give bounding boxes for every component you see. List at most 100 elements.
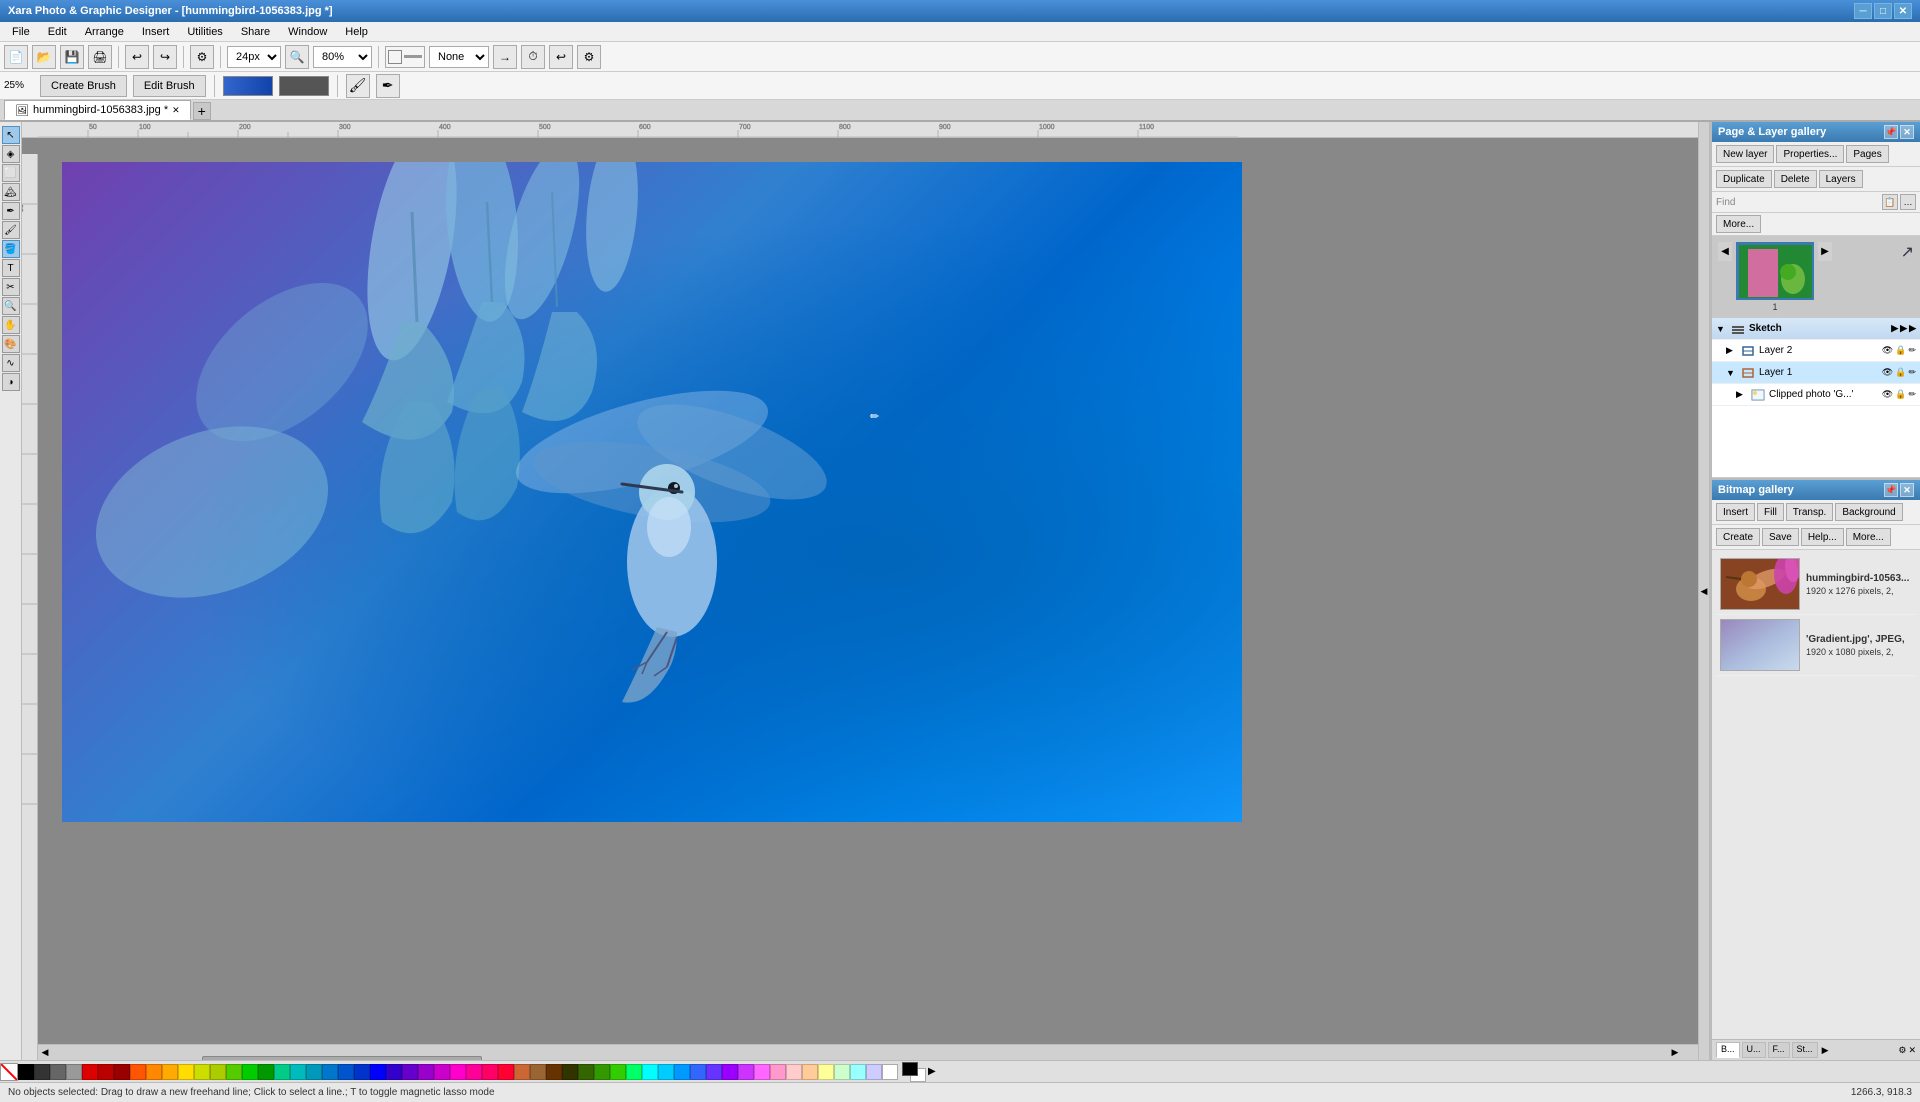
layer1-expand[interactable]: ▼	[1726, 368, 1740, 378]
fill-button[interactable]: Fill	[1757, 503, 1784, 521]
maximize-button[interactable]: □	[1874, 3, 1892, 19]
color-cyan1[interactable]	[322, 1064, 338, 1080]
layer-sketch[interactable]: ▼ Sketch ▶ ▶ ▶	[1712, 318, 1920, 340]
color-olive1[interactable]	[562, 1064, 578, 1080]
arrow-right-button[interactable]: →	[493, 45, 517, 69]
panel-close-button[interactable]: ✕	[1900, 125, 1914, 139]
tab-hummingbird[interactable]: 🖼 hummingbird-1056383.jpg * ✕	[4, 100, 191, 120]
menu-window[interactable]: Window	[280, 24, 335, 40]
l1-eye[interactable]: 👁	[1882, 367, 1893, 378]
clip-lock[interactable]: 🔒	[1895, 389, 1906, 400]
selector-tool[interactable]: ↖	[2, 126, 20, 144]
unused-tab[interactable]: U...	[1742, 1042, 1766, 1058]
layer-2[interactable]: ▶ Layer 2 👁 🔒 ✏	[1712, 340, 1920, 362]
color-purple1[interactable]	[402, 1064, 418, 1080]
panel-search-icon-1[interactable]: 📋	[1882, 194, 1898, 210]
color-green2[interactable]	[242, 1064, 258, 1080]
bitmap-item-hummingbird[interactable]: hummingbird-10563... 1920 x 1276 pixels,…	[1716, 554, 1916, 615]
create-brush-button[interactable]: Create Brush	[40, 75, 127, 97]
brush-size-select[interactable]: 24px 12px 36px	[227, 46, 281, 68]
crop-tool[interactable]: ✂	[2, 278, 20, 296]
panel-close-icon[interactable]: ✕	[1908, 1045, 1916, 1056]
insert-button[interactable]: Insert	[1716, 503, 1755, 521]
panel-settings-icon[interactable]: ⚙	[1898, 1045, 1906, 1056]
create-button[interactable]: Create	[1716, 528, 1760, 546]
color-violet1[interactable]	[722, 1064, 738, 1080]
color-olive3[interactable]	[594, 1064, 610, 1080]
color-pink2[interactable]	[498, 1064, 514, 1080]
shadow-tool[interactable]: ◑	[2, 373, 20, 391]
color-ltpink1[interactable]	[754, 1064, 770, 1080]
tab-close-button[interactable]: ✕	[172, 105, 180, 116]
color-blue3[interactable]	[386, 1064, 402, 1080]
clip-edit[interactable]: ✏	[1908, 389, 1916, 400]
fit-mode-select[interactable]: None Fit	[429, 46, 489, 68]
settings-button[interactable]: ⚙	[577, 45, 601, 69]
color-indigo1[interactable]	[706, 1064, 722, 1080]
color-yellow1[interactable]	[178, 1064, 194, 1080]
background-button[interactable]: Background	[1835, 503, 1902, 521]
photo-tool[interactable]: 🏔	[2, 183, 20, 201]
node-tool[interactable]: ◈	[2, 145, 20, 163]
print-button[interactable]: 🖨	[88, 45, 112, 69]
blend-tool[interactable]: ∿	[2, 354, 20, 372]
color-red1[interactable]	[82, 1064, 98, 1080]
text-tool[interactable]: T	[2, 259, 20, 277]
color-yellow2[interactable]	[194, 1064, 210, 1080]
color-peach2[interactable]	[802, 1064, 818, 1080]
properties-button[interactable]: Properties...	[1776, 145, 1844, 163]
duplicate-button[interactable]: Duplicate	[1716, 170, 1772, 188]
new-tab-button[interactable]: +	[193, 102, 211, 120]
l1-edit[interactable]: ✏	[1908, 367, 1916, 378]
fills-tab[interactable]: F...	[1768, 1042, 1790, 1058]
color-darkgray[interactable]	[34, 1064, 50, 1080]
panel-collapse-arrow[interactable]: ◀	[1698, 122, 1710, 1060]
color-brown2[interactable]	[530, 1064, 546, 1080]
brush-tool-2[interactable]: ✒	[376, 74, 400, 98]
color-ltblue2[interactable]	[674, 1064, 690, 1080]
close-button[interactable]: ✕	[1894, 3, 1912, 19]
l2-edit[interactable]: ✏	[1908, 345, 1916, 356]
menu-insert[interactable]: Insert	[134, 24, 178, 40]
gradient-tool[interactable]: 🎨	[2, 335, 20, 353]
brush-tool-1[interactable]: 🖌	[346, 74, 370, 98]
sketch-vis-1[interactable]: ▶	[1891, 323, 1898, 334]
menu-file[interactable]: File	[4, 24, 38, 40]
canvas-viewport[interactable]: ✏	[54, 154, 1698, 1060]
zoom-button[interactable]: 🔍	[285, 45, 309, 69]
color-teal3[interactable]	[306, 1064, 322, 1080]
color-olive2[interactable]	[578, 1064, 594, 1080]
redo-button[interactable]: ↪	[153, 45, 177, 69]
save-button[interactable]: 💾	[60, 45, 84, 69]
history-button[interactable]: ⏱	[521, 45, 545, 69]
color-orange3[interactable]	[162, 1064, 178, 1080]
color-cyan3[interactable]	[642, 1064, 658, 1080]
brush-preview-1[interactable]	[223, 76, 273, 96]
pages-tab-button[interactable]: Pages	[1846, 145, 1888, 163]
bitmap-pin-button[interactable]: 📌	[1884, 483, 1898, 497]
color-cornblue[interactable]	[690, 1064, 706, 1080]
color-green3[interactable]	[258, 1064, 274, 1080]
bitmap-close-button[interactable]: ✕	[1900, 483, 1914, 497]
color-ltpink2[interactable]	[770, 1064, 786, 1080]
page-1-thumbnail[interactable]: 1	[1736, 242, 1814, 312]
clip-eye[interactable]: 👁	[1882, 389, 1893, 400]
color-orange2[interactable]	[146, 1064, 162, 1080]
panel-pin-button[interactable]: 📌	[1884, 125, 1898, 139]
color-gray[interactable]	[66, 1064, 82, 1080]
color-blue1[interactable]	[354, 1064, 370, 1080]
color-brown1[interactable]	[514, 1064, 530, 1080]
more-button[interactable]: …	[1900, 194, 1916, 210]
new-layer-button[interactable]: New layer	[1716, 145, 1774, 163]
copy-button[interactable]: ⚙	[190, 45, 214, 69]
color-blue2[interactable]	[370, 1064, 386, 1080]
pages-nav-left[interactable]: ◀	[1718, 242, 1732, 261]
pages-nav-right[interactable]: ▶	[1818, 242, 1832, 261]
menu-arrange[interactable]: Arrange	[77, 24, 132, 40]
no-color-swatch[interactable]	[0, 1063, 18, 1081]
color-midgray[interactable]	[50, 1064, 66, 1080]
push-tool[interactable]: ✋	[2, 316, 20, 334]
sketch-vis-2[interactable]: ▶	[1900, 323, 1907, 334]
color-purple3[interactable]	[434, 1064, 450, 1080]
color-black[interactable]	[18, 1064, 34, 1080]
